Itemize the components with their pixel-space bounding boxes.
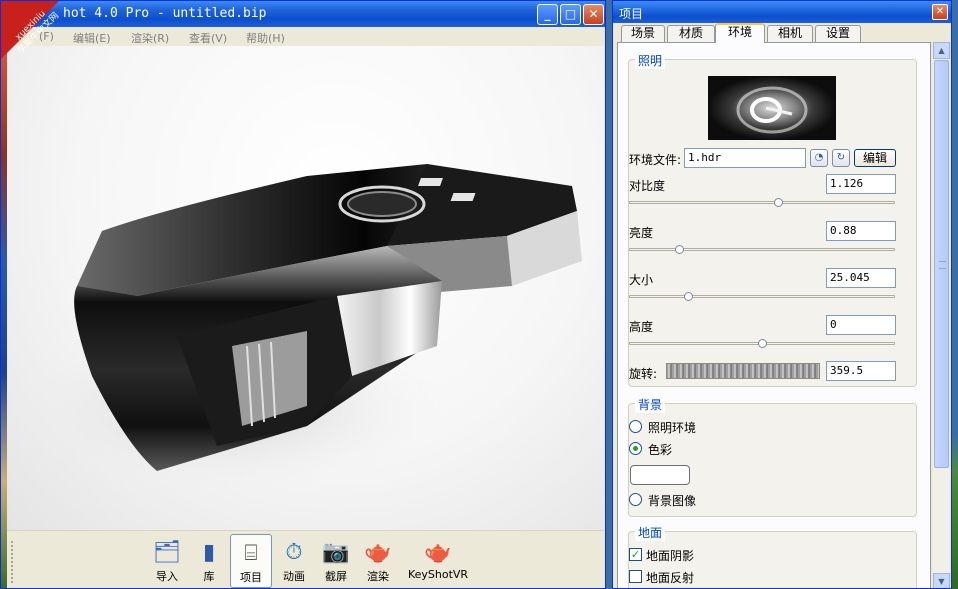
- scroll-thumb-grip: [939, 261, 946, 269]
- project-panel-titlebar[interactable]: 项目 ✕: [613, 1, 951, 23]
- animation-icon: ⏱: [285, 540, 303, 565]
- render-viewport[interactable]: [7, 46, 604, 530]
- environment-tab-content: 照明 环境文件: 1.hdr ◔ ↻ 编辑 对比度 1.126 亮度 0.88 …: [617, 42, 931, 588]
- bg-lighting-env-radio[interactable]: [629, 420, 642, 433]
- ground-shadow-label: 地面阴影: [646, 549, 695, 563]
- contrast-label: 对比度: [629, 179, 666, 193]
- lighting-group: 照明 环境文件: 1.hdr ◔ ↻ 编辑 对比度 1.126 亮度 0.88 …: [628, 52, 917, 387]
- ground-group-title: 地面: [635, 524, 666, 541]
- scroll-up-button[interactable]: ▲: [933, 42, 950, 59]
- bg-color-label: 色彩: [648, 443, 673, 457]
- tab-scene[interactable]: 场景: [621, 25, 665, 42]
- size-field[interactable]: 25.045: [826, 268, 896, 288]
- background-group-title: 背景: [635, 396, 666, 413]
- toolbar-library-label: 库: [203, 570, 215, 583]
- toolbar-keyshotvr-label: KeyShotVR: [407, 568, 469, 581]
- project-panel: 项目 ✕ 场景 材质 环境 相机 设置 照明 环境文件: 1.hdr ◔ ↻ 编…: [612, 0, 952, 589]
- size-label: 大小: [629, 273, 654, 287]
- main-titlebar[interactable]: hot 4.0 Pro - untitled.bip _ □ ✕: [1, 1, 605, 27]
- project-panel-title: 项目: [619, 7, 644, 21]
- height-slider-thumb[interactable]: [758, 339, 767, 348]
- toolbar-render-label: 渲染: [367, 570, 389, 583]
- reload-env-button[interactable]: ↻: [832, 149, 850, 167]
- brightness-label: 亮度: [629, 226, 654, 240]
- size-slider-thumb[interactable]: [684, 292, 693, 301]
- menu-edit[interactable]: 编辑(E): [73, 30, 111, 46]
- reload-icon: ↻: [836, 152, 846, 163]
- panel-vertical-scrollbar[interactable]: ▲ ▼: [933, 42, 950, 588]
- tab-settings[interactable]: 设置: [815, 25, 861, 42]
- bottom-toolbar: 🗂 导入 ▮ 库 ⌸ 项目 ⏱ 动画 📷 截屏 🫖 渲染 🫖 KeyShotVR: [7, 530, 604, 588]
- brightness-field[interactable]: 0.88: [826, 221, 896, 241]
- ground-reflection-checkbox[interactable]: [629, 570, 642, 583]
- minimize-button[interactable]: _: [537, 4, 558, 25]
- bg-image-label: 背景图像: [648, 494, 697, 508]
- toolbar-render-button[interactable]: 🫖 渲染: [358, 534, 398, 588]
- menu-render[interactable]: 渲染(R): [131, 30, 169, 46]
- brightness-slider-track[interactable]: [629, 248, 895, 251]
- desktop-right-edge: [952, 0, 958, 589]
- rotation-field[interactable]: 359.5: [826, 361, 896, 381]
- contrast-slider-track[interactable]: [629, 201, 895, 204]
- menu-bar: (F) 编辑(E) 渲染(R) 查看(V) 帮助(H): [1, 27, 605, 46]
- toolbar-animation-button[interactable]: ⏱ 动画: [274, 534, 314, 588]
- import-icon: 🗂: [153, 540, 181, 565]
- main-window-title: hot 4.0 Pro - untitled.bip: [63, 6, 267, 21]
- keyshotvr-icon: 🫖: [424, 540, 452, 565]
- bg-color-swatch[interactable]: [630, 465, 690, 485]
- toolbar-keyshotvr-button[interactable]: 🫖 KeyShotVR: [403, 534, 473, 588]
- bg-color-radio[interactable]: [629, 442, 642, 455]
- ground-reflection-label: 地面反射: [646, 571, 695, 585]
- ground-group: 地面 ✓ 地面阴影 地面反射: [628, 524, 917, 588]
- tab-environment[interactable]: 环境: [715, 23, 765, 43]
- bg-image-radio[interactable]: [629, 493, 642, 506]
- close-button[interactable]: ✕: [583, 4, 604, 25]
- tab-camera[interactable]: 相机: [767, 25, 813, 42]
- contrast-field[interactable]: 1.126: [826, 174, 896, 194]
- browse-env-button[interactable]: ◔: [810, 149, 828, 167]
- ground-shadow-checkbox[interactable]: ✓: [629, 548, 642, 561]
- toolbar-animation-label: 动画: [283, 570, 305, 583]
- env-file-label: 环境文件:: [629, 153, 682, 167]
- edit-env-button[interactable]: 编辑: [854, 149, 896, 167]
- toolbar-screenshot-label: 截屏: [325, 570, 347, 583]
- project-panel-close-button[interactable]: ✕: [932, 4, 948, 20]
- keyshot-main-window: hot 4.0 Pro - untitled.bip _ □ ✕ (F) 编辑(…: [0, 0, 606, 589]
- toolbar-project-label: 项目: [240, 571, 262, 584]
- render-icon: 🫖: [364, 540, 392, 565]
- size-slider-track[interactable]: [629, 295, 895, 298]
- bg-lighting-env-label: 照明环境: [648, 421, 697, 435]
- browse-icon: ◔: [814, 152, 824, 163]
- hdr-preview-graphic: [736, 86, 808, 134]
- library-icon: ▮: [202, 540, 216, 565]
- env-file-field[interactable]: 1.hdr: [684, 148, 806, 168]
- tab-material[interactable]: 材质: [667, 25, 715, 42]
- toolbar-import-label: 导入: [156, 570, 178, 583]
- usb-drive-render: [7, 164, 582, 496]
- hdr-preview-image[interactable]: [708, 76, 836, 140]
- rotation-label: 旋转:: [629, 367, 658, 381]
- scroll-down-button[interactable]: ▼: [933, 573, 950, 588]
- contrast-slider-thumb[interactable]: [774, 198, 783, 207]
- height-field[interactable]: 0: [826, 315, 896, 335]
- height-label: 高度: [629, 320, 654, 334]
- maximize-button[interactable]: □: [560, 4, 581, 25]
- toolbar-screenshot-button[interactable]: 📷 截屏: [316, 534, 356, 588]
- toolbar-project-button[interactable]: ⌸ 项目: [230, 534, 272, 588]
- rotation-wheel[interactable]: [666, 363, 820, 379]
- toolbar-import-button[interactable]: 🗂 导入: [147, 534, 187, 588]
- project-icon: ⌸: [244, 541, 258, 566]
- scroll-thumb[interactable]: [934, 60, 949, 468]
- toolbar-grip[interactable]: [11, 541, 14, 583]
- screenshot-icon: 📷: [322, 540, 350, 565]
- brightness-slider-thumb[interactable]: [675, 245, 684, 254]
- menu-help[interactable]: 帮助(H): [246, 30, 285, 46]
- background-group: 背景 照明环境 色彩 背景图像: [628, 396, 917, 517]
- menu-view[interactable]: 查看(V): [189, 30, 227, 46]
- lighting-group-title: 照明: [635, 52, 666, 69]
- toolbar-library-button[interactable]: ▮ 库: [189, 534, 229, 588]
